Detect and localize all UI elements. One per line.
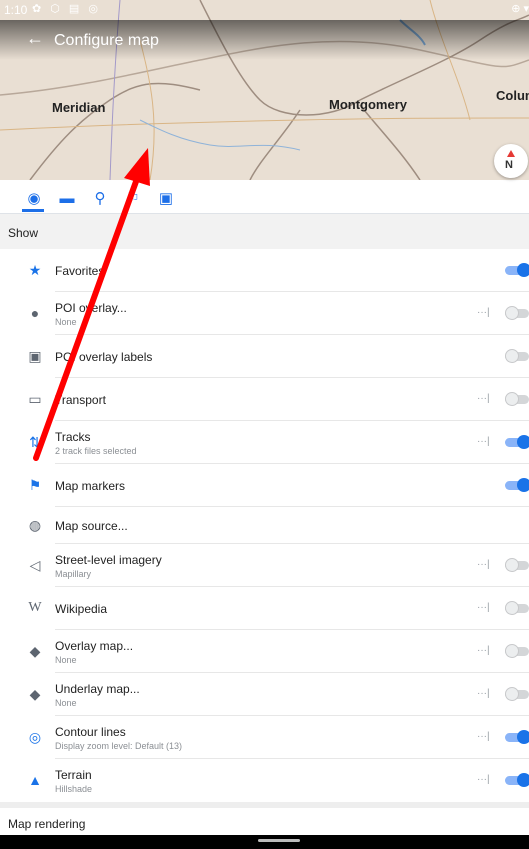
pedestrian-icon: ⚐ [126, 190, 140, 207]
item-label: Underlay map... [55, 682, 140, 696]
flag-icon: ⚑ [28, 477, 42, 493]
terrain-icon: ▲ [28, 772, 42, 788]
tab-bicycle[interactable]: ⚲ [89, 187, 111, 209]
layers-icon: ◆ [29, 643, 41, 659]
status-system-icons: ⊕ ▾ [511, 3, 529, 15]
compass-button[interactable]: N [494, 144, 528, 178]
contour-icon: ◎ [28, 729, 42, 745]
item-label: Map source... [55, 519, 128, 533]
layers-icon: ◆ [29, 686, 41, 702]
wikipedia-icon: W [28, 600, 42, 615]
more-options-icon[interactable]: ···| [477, 688, 490, 699]
item-label: Overlay map... [55, 639, 134, 653]
star-icon: ★ [28, 262, 42, 278]
map-label-meridian: Meridian [52, 100, 106, 115]
tab-browse-map[interactable]: ◉ [23, 187, 45, 209]
tab-pedestrian[interactable]: ⚐ [122, 187, 144, 209]
contour-lines-toggle[interactable] [505, 730, 529, 744]
label-icon: ▣ [28, 348, 42, 364]
street-imagery-toggle[interactable] [505, 558, 529, 572]
section-title-show: Show [8, 226, 39, 240]
map-label-columbus: Colum [496, 88, 529, 103]
compass-label: N [505, 159, 513, 171]
tracks-icon: ⇅ [29, 434, 41, 450]
map-markers-toggle[interactable] [505, 478, 529, 492]
list-item-poi-overlay-labels[interactable]: ▣ POI overlay labels [0, 335, 529, 378]
item-sublabel: None [55, 698, 77, 708]
more-options-icon[interactable]: ···| [477, 731, 490, 742]
item-label: Favorites [55, 264, 105, 278]
item-sublabel: Mapillary [55, 569, 92, 579]
poi-labels-toggle[interactable] [505, 349, 529, 363]
list-item-contour-lines[interactable]: ◎ Contour lines Display zoom level: Defa… [0, 716, 529, 759]
selected-tab-indicator [22, 209, 44, 212]
list-item-underlay-map[interactable]: ◆ Underlay map... None ···| [0, 673, 529, 716]
bicycle-icon: ⚲ [94, 190, 106, 207]
item-label: Transport [55, 393, 106, 407]
item-sublabel: None [55, 655, 77, 665]
favorites-toggle[interactable] [505, 263, 529, 277]
list-item-tracks[interactable]: ⇅ Tracks 2 track files selected ···| [0, 421, 529, 464]
list-item-favorites[interactable]: ★ Favorites [0, 249, 529, 292]
compass-needle-icon [507, 150, 515, 157]
list-item-terrain[interactable]: ▲ Terrain Hillshade ···| [0, 759, 529, 802]
status-notification-icons: ✿ ⬡ ▤ ◎ [32, 3, 101, 15]
list-item-map-source[interactable]: ◍ Map source... [0, 507, 529, 544]
list-item-wikipedia[interactable]: W Wikipedia ···| [0, 587, 529, 630]
arrow-back-icon[interactable]: ← [26, 28, 44, 49]
wikipedia-toggle[interactable] [505, 601, 529, 615]
overlay-map-toggle[interactable] [505, 644, 529, 658]
item-label: Tracks [55, 430, 91, 444]
page-title: Configure map [54, 32, 159, 49]
section-header-show: Show [0, 214, 529, 249]
street-imagery-icon: ◁ [29, 557, 41, 573]
item-label: Wikipedia [55, 602, 108, 616]
more-options-icon[interactable]: ···| [477, 645, 490, 656]
section-title-map-rendering: Map rendering [8, 817, 86, 831]
car-icon: ▬ [59, 189, 75, 207]
item-label: POI overlay labels [55, 350, 153, 364]
item-label: Terrain [55, 768, 92, 782]
item-sublabel: None [55, 317, 77, 327]
status-time: 1:10 [4, 3, 28, 17]
tracks-toggle[interactable] [505, 435, 529, 449]
item-label: Street-level imagery [55, 553, 162, 567]
bus-icon: ▭ [28, 391, 42, 407]
info-icon: ● [30, 305, 40, 321]
list-item-street-level-imagery[interactable]: ◁ Street-level imagery Mapillary ···| [0, 544, 529, 587]
terrain-toggle[interactable] [505, 773, 529, 787]
section-header-map-rendering: Map rendering [0, 802, 529, 835]
status-bar: 1:10 ✿ ⬡ ▤ ◎ ⊕ ▾ [0, 0, 529, 20]
globe-icon: ◍ [28, 517, 42, 533]
profile-tabs: ◉ ▬ ⚲ ⚐ ▣ [0, 181, 529, 214]
home-gesture-handle[interactable] [258, 839, 300, 842]
map-label-montgomery: Montgomery [329, 97, 407, 112]
item-sublabel: Display zoom level: Default (13) [55, 741, 183, 751]
more-options-icon[interactable]: ···| [477, 774, 490, 785]
tab-public-transport[interactable]: ▣ [155, 187, 177, 209]
more-options-icon[interactable]: ···| [477, 436, 490, 447]
list-item-poi-overlay[interactable]: ● POI overlay... None ···| [0, 292, 529, 335]
item-sublabel: 2 track files selected [55, 446, 137, 456]
list-item-map-markers[interactable]: ⚑ Map markers [0, 464, 529, 507]
item-sublabel: Hillshade [55, 784, 93, 794]
poi-overlay-toggle[interactable] [505, 306, 529, 320]
globe-icon: ◉ [27, 190, 41, 207]
list-item-transport[interactable]: ▭ Transport ···| [0, 378, 529, 421]
more-options-icon[interactable]: ···| [477, 559, 490, 570]
more-options-icon[interactable]: ···| [477, 307, 490, 318]
item-label: POI overlay... [55, 301, 127, 315]
bus-icon: ▣ [158, 190, 174, 207]
system-navigation-bar [0, 835, 529, 849]
item-label: Contour lines [55, 725, 126, 739]
more-options-icon[interactable]: ···| [477, 602, 490, 613]
transport-toggle[interactable] [505, 392, 529, 406]
more-options-icon[interactable]: ···| [477, 393, 490, 404]
list-item-overlay-map[interactable]: ◆ Overlay map... None ···| [0, 630, 529, 673]
item-label: Map markers [55, 479, 126, 493]
tab-car[interactable]: ▬ [56, 187, 78, 209]
underlay-map-toggle[interactable] [505, 687, 529, 701]
